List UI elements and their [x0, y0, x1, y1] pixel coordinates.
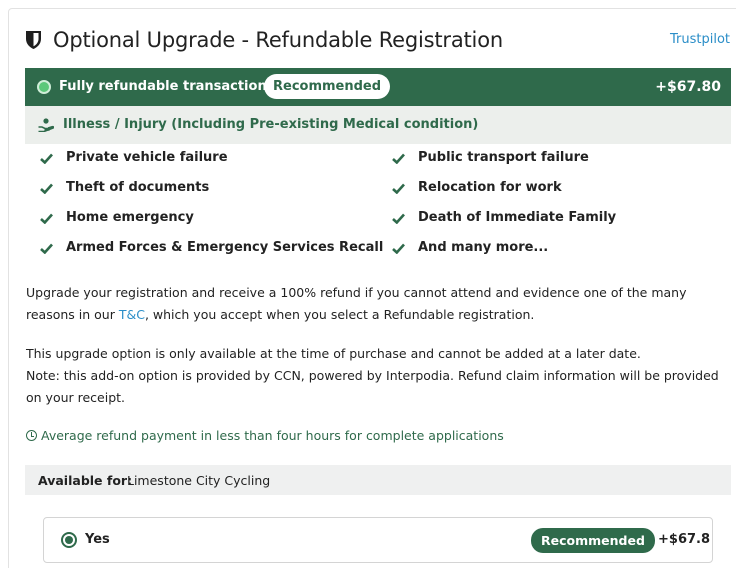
available-for-row: Available for: Limestone City Cycling	[25, 465, 731, 495]
description-line: reasons in our T&C, which you accept whe…	[26, 304, 726, 326]
clock-icon	[26, 430, 37, 441]
trustpilot-link[interactable]: Trustpilot	[670, 32, 730, 47]
description-line: Upgrade your registration and receive a …	[26, 285, 687, 300]
fully-refundable-bar[interactable]: Fully refundable transaction Recommended…	[25, 68, 731, 106]
upgrade-description: Upgrade your registration and receive a …	[26, 282, 726, 326]
feature-label: Relocation for work	[418, 180, 562, 195]
feature-label: Private vehicle failure	[66, 150, 228, 165]
option-price: +$67.8	[658, 532, 711, 547]
check-icon	[40, 153, 53, 164]
feature-label: And many more...	[418, 240, 549, 255]
shield-icon	[26, 31, 41, 49]
feature-label: Home emergency	[66, 210, 194, 225]
feature-label: Armed Forces & Emergency Services Recall	[66, 240, 384, 255]
notice-line: Note: this add-on option is provided by …	[26, 368, 719, 383]
check-icon	[392, 213, 405, 224]
average-refund-text: Average refund payment in less than four…	[41, 428, 504, 443]
description-text: , which you accept when you select a Ref…	[144, 307, 535, 322]
page-title: Optional Upgrade - Refundable Registrati…	[53, 28, 503, 52]
available-for-label: Available for:	[38, 473, 133, 488]
coverage-header-text: Illness / Injury (Including Pre-existing…	[63, 117, 479, 132]
notice-line: This upgrade option is only available at…	[26, 346, 641, 361]
feature-label: Death of Immediate Family	[418, 210, 617, 225]
feature-label: Public transport failure	[418, 150, 589, 165]
check-icon	[40, 243, 53, 254]
recommended-badge: Recommended	[264, 74, 391, 99]
description-text: reasons in our	[26, 307, 119, 322]
hand-care-icon	[38, 118, 54, 132]
feature-label: Theft of documents	[66, 180, 210, 195]
refund-price: +$67.80	[655, 79, 721, 95]
notice-line: on your receipt.	[26, 390, 126, 405]
check-icon	[392, 153, 405, 164]
yes-option[interactable]: Yes Recommended +$67.8	[43, 517, 713, 563]
yes-label: Yes	[85, 532, 110, 547]
tc-link[interactable]: T&C	[119, 307, 145, 322]
average-refund-note: Average refund payment in less than four…	[26, 428, 504, 443]
yes-radio[interactable]	[61, 532, 77, 548]
check-icon	[392, 243, 405, 254]
check-icon	[40, 183, 53, 194]
coverage-header: Illness / Injury (Including Pre-existing…	[25, 106, 731, 144]
upgrade-notice: This upgrade option is only available at…	[26, 343, 726, 409]
refund-label: Fully refundable transaction	[59, 79, 267, 94]
available-for-value: Limestone City Cycling	[127, 473, 271, 488]
card-header: Optional Upgrade - Refundable Registrati…	[0, 0, 736, 60]
refund-status-dot-icon	[37, 80, 51, 94]
recommended-badge: Recommended	[531, 528, 655, 553]
check-icon	[40, 213, 53, 224]
check-icon	[392, 183, 405, 194]
